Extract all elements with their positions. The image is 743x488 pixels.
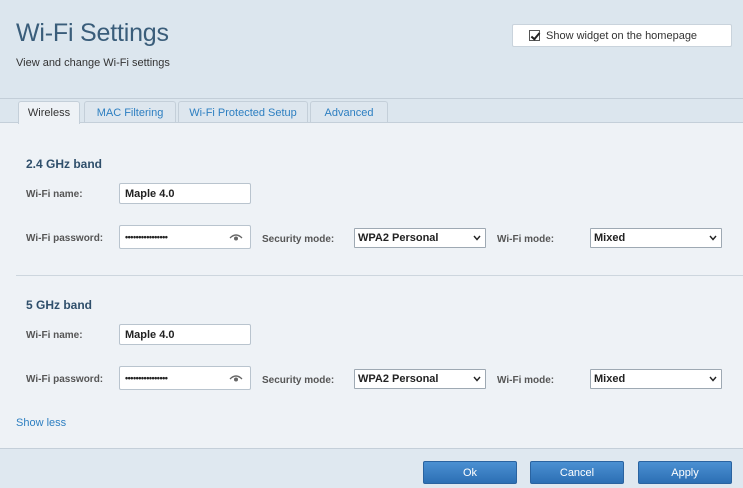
wifi-name-input-2-4ghz[interactable]: Maple 4.0 xyxy=(119,183,251,204)
chevron-down-icon xyxy=(473,235,481,241)
ok-button[interactable]: Ok xyxy=(423,461,517,484)
show-widget-label: Show widget on the homepage xyxy=(546,29,698,42)
security-mode-value: WPA2 Personal xyxy=(358,232,439,244)
wifi-password-label: Wi-Fi password: xyxy=(26,374,104,385)
password-value: •••••••••••••••• xyxy=(125,232,168,242)
password-value: •••••••••••••••• xyxy=(125,373,168,383)
chevron-down-icon xyxy=(709,376,717,382)
eye-icon[interactable] xyxy=(229,233,243,242)
page-title: Wi-Fi Settings xyxy=(16,19,169,47)
band-title-2-4ghz: 2.4 GHz band xyxy=(26,157,103,171)
show-less-link[interactable]: Show less xyxy=(16,417,66,429)
tab-mac-filtering[interactable]: MAC Filtering xyxy=(84,101,176,123)
eye-icon[interactable] xyxy=(229,374,243,383)
security-mode-value: WPA2 Personal xyxy=(358,373,439,385)
band-title-5ghz: 5 GHz band xyxy=(26,298,93,312)
show-widget-checkbox[interactable] xyxy=(529,30,540,41)
wifi-mode-label: Wi-Fi mode: xyxy=(497,375,555,386)
wifi-password-label: Wi-Fi password: xyxy=(26,233,104,244)
wifi-mode-label: Wi-Fi mode: xyxy=(497,234,555,245)
wifi-mode-value: Mixed xyxy=(594,373,626,385)
chevron-down-icon xyxy=(473,376,481,382)
page: Wi-Fi Settings View and change Wi-Fi set… xyxy=(0,0,743,488)
tab-wifi-protected-setup[interactable]: Wi-Fi Protected Setup xyxy=(178,101,308,123)
wifi-name-label: Wi-Fi name: xyxy=(26,330,83,341)
tab-bar: Wireless MAC Filtering Wi-Fi Protected S… xyxy=(0,98,743,124)
cancel-button[interactable]: Cancel xyxy=(530,461,624,484)
chevron-down-icon xyxy=(709,235,717,241)
wifi-mode-select-5ghz[interactable]: Mixed xyxy=(590,369,722,389)
tab-wireless[interactable]: Wireless xyxy=(18,101,80,124)
wifi-password-input-2-4ghz[interactable]: •••••••••••••••• xyxy=(119,225,251,249)
wifi-password-input-5ghz[interactable]: •••••••••••••••• xyxy=(119,366,251,390)
page-subtitle: View and change Wi-Fi settings xyxy=(16,57,170,69)
band-divider xyxy=(16,275,743,276)
security-mode-label: Security mode: xyxy=(262,234,335,245)
tab-advanced[interactable]: Advanced xyxy=(310,101,388,123)
show-widget-option[interactable]: Show widget on the homepage xyxy=(512,24,732,47)
wireless-panel: 2.4 GHz band Wi-Fi name: Maple 4.0 Wi-Fi… xyxy=(0,122,743,448)
security-mode-select-5ghz[interactable]: WPA2 Personal xyxy=(354,369,486,389)
security-mode-label: Security mode: xyxy=(262,375,335,386)
footer: Ok Cancel Apply xyxy=(0,448,743,488)
wifi-mode-select-2-4ghz[interactable]: Mixed xyxy=(590,228,722,248)
wifi-mode-value: Mixed xyxy=(594,232,626,244)
wifi-name-input-5ghz[interactable]: Maple 4.0 xyxy=(119,324,251,345)
wifi-name-label: Wi-Fi name: xyxy=(26,189,83,200)
apply-button[interactable]: Apply xyxy=(638,461,732,484)
header: Wi-Fi Settings View and change Wi-Fi set… xyxy=(0,0,743,98)
security-mode-select-2-4ghz[interactable]: WPA2 Personal xyxy=(354,228,486,248)
